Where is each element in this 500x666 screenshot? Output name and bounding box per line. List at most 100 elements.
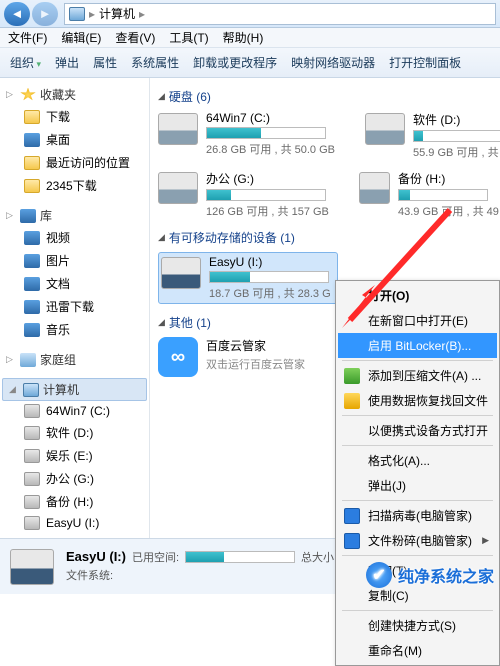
breadcrumb-sep-2: ▸ (139, 7, 145, 21)
sidebar-drive-e[interactable]: 娱乐 (E:) (0, 444, 149, 467)
menu-edit[interactable]: 编辑(E) (61, 29, 101, 46)
drive-icon (24, 516, 40, 530)
breadcrumb-sep: ▸ (89, 7, 95, 21)
details-fs-label: 文件系统: (66, 567, 113, 583)
drive-usage: 26.8 GB 可用 , 共 50.0 GB (206, 141, 335, 157)
sidebar-drive-g[interactable]: 办公 (G:) (0, 467, 149, 490)
sidebar-item-desktop[interactable]: 桌面 (0, 128, 149, 151)
address-bar[interactable]: ▸ 计算机 ▸ (64, 3, 496, 25)
other-desc: 双击运行百度云管家 (206, 356, 338, 372)
sidebar: ▷收藏夹 下载 桌面 最近访问的位置 2345下载 ▷库 视频 图片 文档 迅雷… (0, 78, 150, 538)
sidebar-item-pictures[interactable]: 图片 (0, 249, 149, 272)
capacity-bar (413, 130, 500, 142)
drive-icon (158, 172, 198, 204)
cm-scan-virus[interactable]: 扫描病毒(电脑管家) (338, 503, 497, 528)
drive-c[interactable]: 64Win7 (C:) 26.8 GB 可用 , 共 50.0 GB (158, 111, 335, 160)
drive-name: 办公 (G:) (206, 170, 329, 187)
menu-file[interactable]: 文件(F) (8, 29, 47, 46)
drive-name: 备份 (H:) (398, 170, 499, 187)
group-removable[interactable]: ◢有可移动存储的设备 (1) (158, 229, 492, 246)
sidebar-drive-c[interactable]: 64Win7 (C:) (0, 401, 149, 421)
other-baidu[interactable]: ∞ 百度云管家 双击运行百度云管家 (158, 337, 338, 377)
toolbar-uninstall[interactable]: 卸载或更改程序 (193, 54, 277, 71)
sidebar-favorites-head[interactable]: ▷收藏夹 (0, 84, 149, 105)
drive-name: EasyU (I:) (209, 255, 335, 269)
toolbar-properties[interactable]: 属性 (93, 54, 117, 71)
details-capacity-bar (185, 551, 295, 563)
cm-portable-device[interactable]: 以便携式设备方式打开 (338, 418, 497, 443)
recent-icon (24, 156, 40, 170)
menu-view[interactable]: 查看(V) (115, 29, 155, 46)
zip-icon (344, 368, 360, 384)
sidebar-item-documents[interactable]: 文档 (0, 272, 149, 295)
drive-d[interactable]: 软件 (D:) 55.9 GB 可用 , 共 (365, 111, 500, 160)
drive-name: 软件 (D:) (413, 111, 500, 128)
drive-icon (24, 404, 40, 418)
folder-icon (24, 179, 40, 193)
video-icon (24, 231, 40, 245)
toolbar-organize[interactable]: 组织 (10, 54, 41, 71)
titlebar: ◄ ► ▸ 计算机 ▸ (0, 0, 500, 28)
nav-back-button[interactable]: ◄ (4, 2, 30, 26)
sidebar-drive-i[interactable]: EasyU (I:) (0, 513, 149, 533)
usb-drive-icon (10, 549, 54, 585)
cm-open[interactable]: 打开(O) (338, 283, 497, 308)
other-name: 百度云管家 (206, 337, 338, 354)
cm-open-new-window[interactable]: 在新窗口中打开(E) (338, 308, 497, 333)
cm-separator (342, 555, 493, 556)
capacity-bar (206, 189, 326, 201)
watermark: ✔ 纯净系统之家 (366, 562, 494, 588)
sidebar-item-downloads[interactable]: 下载 (0, 105, 149, 128)
watermark-text: 纯净系统之家 (398, 563, 494, 587)
cm-create-shortcut[interactable]: 创建快捷方式(S) (338, 613, 497, 638)
drive-icon (365, 113, 405, 145)
cm-eject[interactable]: 弹出(J) (338, 473, 497, 498)
drive-usage: 126 GB 可用 , 共 157 GB (206, 203, 329, 219)
music-icon (24, 323, 40, 337)
cm-data-recovery[interactable]: 使用数据恢复找回文件 (338, 388, 497, 413)
shield-icon (344, 508, 360, 524)
drive-g[interactable]: 办公 (G:) 126 GB 可用 , 共 157 GB (158, 170, 329, 219)
cm-add-to-zip[interactable]: 添加到压缩文件(A) ... (338, 363, 497, 388)
sidebar-drive-d[interactable]: 软件 (D:) (0, 421, 149, 444)
sidebar-item-2345[interactable]: 2345下载 (0, 174, 149, 197)
drive-usage: 43.9 GB 可用 , 共 49 (398, 203, 499, 219)
cm-file-shred[interactable]: 文件粉碎(电脑管家)▶ (338, 528, 497, 553)
cm-separator (342, 360, 493, 361)
sidebar-computer-head[interactable]: ◢计算机 (2, 378, 147, 401)
computer-icon (69, 7, 85, 21)
drive-usage: 18.7 GB 可用 , 共 28.3 G (209, 285, 335, 301)
drive-icon (359, 172, 390, 204)
sidebar-homegroup-head[interactable]: ▷家庭组 (0, 349, 149, 370)
homegroup-icon (20, 353, 36, 367)
cm-rename[interactable]: 重命名(M) (338, 638, 497, 663)
cm-separator (342, 445, 493, 446)
sidebar-libraries-head[interactable]: ▷库 (0, 205, 149, 226)
baidu-cloud-icon: ∞ (158, 337, 198, 377)
sidebar-item-videos[interactable]: 视频 (0, 226, 149, 249)
drive-usage: 55.9 GB 可用 , 共 (413, 144, 500, 160)
sidebar-drive-h[interactable]: 备份 (H:) (0, 490, 149, 513)
computer-icon (23, 383, 39, 397)
details-name: EasyU (I:) (66, 549, 126, 564)
menu-help[interactable]: 帮助(H) (223, 29, 264, 46)
watermark-logo-icon: ✔ (366, 562, 392, 588)
drive-i-selected[interactable]: EasyU (I:) 18.7 GB 可用 , 共 28.3 G (158, 252, 338, 304)
recovery-icon (344, 393, 360, 409)
toolbar-controlpanel[interactable]: 打开控制面板 (389, 54, 461, 71)
toolbar-syssettings[interactable]: 系统属性 (131, 54, 179, 71)
menu-tools[interactable]: 工具(T) (169, 29, 208, 46)
toolbar: 组织 弹出 属性 系统属性 卸载或更改程序 映射网络驱动器 打开控制面板 (0, 48, 500, 78)
cm-format[interactable]: 格式化(A)... (338, 448, 497, 473)
cm-bitlocker[interactable]: 启用 BitLocker(B)... (338, 333, 497, 358)
sidebar-item-recent[interactable]: 最近访问的位置 (0, 151, 149, 174)
breadcrumb-location[interactable]: 计算机 (99, 5, 135, 22)
details-used-label: 已用空间: (132, 549, 179, 565)
desktop-icon (24, 133, 40, 147)
group-hdd[interactable]: ◢硬盘 (6) (158, 88, 492, 105)
toolbar-eject[interactable]: 弹出 (55, 54, 79, 71)
drive-h[interactable]: 备份 (H:) 43.9 GB 可用 , 共 49 (359, 170, 499, 219)
sidebar-item-xunlei[interactable]: 迅雷下载 (0, 295, 149, 318)
sidebar-item-music[interactable]: 音乐 (0, 318, 149, 341)
toolbar-netdrive[interactable]: 映射网络驱动器 (291, 54, 375, 71)
